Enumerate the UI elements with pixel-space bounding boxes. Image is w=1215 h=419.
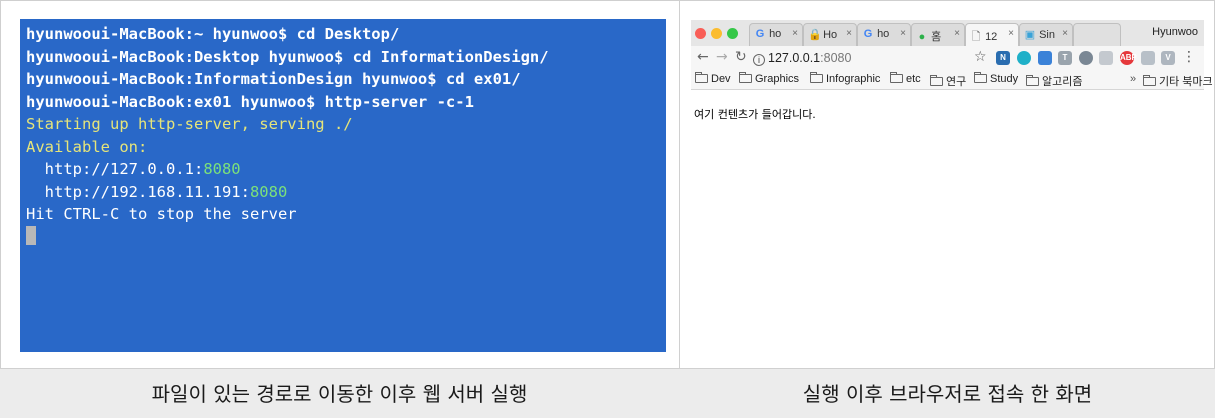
url-port: 8080: [249, 182, 288, 201]
terminal-line: hyunwooui-MacBook:ex01 hyunwoo$ http-ser…: [26, 92, 474, 111]
url-host: http://192.168.11.191:: [26, 182, 250, 201]
reload-icon[interactable]: ↻: [735, 49, 747, 65]
tab-label: ho: [769, 28, 782, 40]
tab-bar: G ho × 🔒 Ho × G ho × ● 홈 × 🗋 12 × ▣ Sin …: [691, 20, 1204, 46]
bookmark-folder[interactable]: 알고리즘: [1026, 73, 1082, 89]
panel-divider: [679, 0, 680, 418]
bookmarks-bar: Dev Graphics Infographic etc 연구 Study 알고…: [691, 70, 1213, 90]
bookmark-folder[interactable]: Dev: [695, 72, 731, 85]
close-icon[interactable]: ×: [900, 28, 906, 39]
folder-icon: [695, 72, 708, 83]
menu-dots-icon[interactable]: ⋮: [1182, 49, 1196, 65]
terminal-hint-line: Hit CTRL-C to stop the server: [26, 205, 297, 223]
forward-arrow-icon[interactable]: →: [716, 49, 728, 65]
folder-icon: [930, 75, 943, 86]
bookmarks-overflow-chevron-icon[interactable]: »: [1130, 73, 1136, 85]
extension-v-icon[interactable]: V: [1161, 51, 1175, 65]
page-content-text: 여기 컨텐츠가 들어갑니다.: [694, 108, 816, 121]
browser-tab[interactable]: ● 홈 ×: [911, 23, 965, 46]
extension-blue-icon[interactable]: [1038, 51, 1052, 65]
new-tab-button[interactable]: [1073, 23, 1121, 46]
address-bar[interactable]: i 127.0.0.1:8080: [753, 48, 883, 68]
folder-icon: [974, 72, 987, 83]
bookmark-star-icon[interactable]: ☆: [974, 49, 987, 65]
tab-label: 12: [985, 31, 998, 43]
caption-row: 파일이 있는 경로로 이동한 이후 웹 서버 실행 실행 이후 브라우저로 접속…: [0, 368, 1215, 418]
caption-left: 파일이 있는 경로로 이동한 이후 웹 서버 실행: [151, 382, 528, 406]
folder-icon: [890, 72, 903, 83]
folder-icon: [1026, 75, 1039, 86]
bookmark-folder[interactable]: etc: [890, 72, 921, 85]
folder-icon: [810, 72, 823, 83]
url-host: http://127.0.0.1:: [26, 160, 204, 178]
tab-label: 홈: [931, 31, 942, 43]
extension-square-icon[interactable]: [1141, 51, 1155, 65]
caption-right: 실행 이후 브라우저로 접속 한 화면: [802, 382, 1093, 406]
lock-icon: 🔒: [808, 29, 822, 41]
other-bookmarks-folder[interactable]: 기타 북마크: [1143, 73, 1213, 89]
folder-icon: [1143, 75, 1156, 86]
terminal-url-line: http://192.168.11.191:8080: [26, 181, 660, 204]
terminal-output-line: Available on:: [26, 137, 148, 156]
maximize-window-button[interactable]: [727, 28, 738, 39]
bookmark-folder[interactable]: Infographic: [810, 72, 880, 85]
profile-name[interactable]: Hyunwoo: [1152, 26, 1198, 38]
extension-circle-icon[interactable]: [1017, 51, 1031, 65]
close-icon[interactable]: ×: [954, 28, 960, 39]
terminal-cursor: [26, 225, 36, 245]
url-port: :8080: [820, 51, 852, 65]
page-icon: 🗋: [971, 31, 981, 43]
browser-tab-active[interactable]: 🗋 12 ×: [965, 23, 1019, 46]
google-icon: G: [755, 28, 765, 40]
close-window-button[interactable]: [695, 28, 706, 39]
green-circle-icon: ●: [918, 31, 926, 43]
image-icon: ▣: [1024, 29, 1036, 41]
terminal-output-line: Starting up http-server, serving ./: [26, 115, 353, 133]
close-icon[interactable]: ×: [1008, 28, 1014, 39]
extension-gray-icon[interactable]: T: [1058, 51, 1072, 65]
url-port: 8080: [203, 160, 241, 178]
terminal-line: hyunwooui-MacBook:Desktop hyunwoo$ cd In…: [26, 47, 549, 66]
close-icon[interactable]: ×: [792, 28, 798, 39]
minimize-window-button[interactable]: [711, 28, 722, 39]
terminal-line: hyunwooui-MacBook:~ hyunwoo$ cd Desktop/: [26, 25, 400, 43]
terminal-cursor-line: [26, 225, 660, 249]
terminal-window[interactable]: hyunwooui-MacBook:~ hyunwoo$ cd Desktop/…: [20, 19, 666, 352]
tab-label: Sin: [1039, 29, 1055, 41]
browser-tab[interactable]: G ho ×: [857, 23, 911, 46]
info-icon[interactable]: i: [753, 54, 765, 66]
url-host: 127.0.0.1: [768, 51, 821, 65]
bookmark-folder[interactable]: Study: [974, 72, 1018, 85]
browser-window: G ho × 🔒 Ho × G ho × ● 홈 × 🗋 12 × ▣ Sin …: [691, 20, 1213, 350]
google-icon: G: [863, 28, 873, 40]
close-icon[interactable]: ×: [846, 28, 852, 39]
terminal-line: hyunwooui-MacBook:InformationDesign hyun…: [26, 70, 521, 88]
browser-tab[interactable]: G ho ×: [749, 23, 803, 46]
browser-toolbar: ← → ↻ i 127.0.0.1:8080 ☆ N T ABP V ⋮: [691, 46, 1204, 70]
bookmark-folder[interactable]: 연구: [930, 73, 966, 89]
extension-cast-icon[interactable]: [1099, 51, 1113, 65]
close-icon[interactable]: ×: [1062, 28, 1068, 39]
back-arrow-icon[interactable]: ←: [697, 49, 709, 65]
tab-label: Ho: [823, 29, 838, 41]
tab-label: ho: [877, 28, 890, 40]
browser-tab[interactable]: ▣ Sin ×: [1019, 23, 1073, 46]
extension-compass-icon[interactable]: [1079, 51, 1093, 65]
terminal-url-line: http://127.0.0.1:8080: [26, 158, 660, 181]
folder-icon: [739, 72, 752, 83]
browser-tab[interactable]: 🔒 Ho ×: [803, 23, 857, 46]
adblock-icon[interactable]: ABP: [1120, 51, 1137, 65]
new-extension-icon[interactable]: N: [996, 51, 1010, 65]
bookmark-folder[interactable]: Graphics: [739, 72, 799, 85]
